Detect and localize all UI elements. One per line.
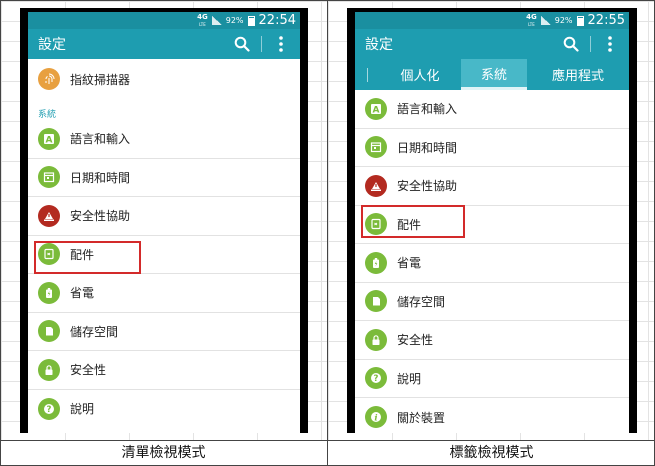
search-icon[interactable] (231, 33, 253, 55)
page-title: 設定 (365, 37, 393, 53)
settings-item-fingerprint[interactable]: 指紋掃描器 (28, 59, 300, 99)
status-bar: 4G LTE 92% 22:54 (28, 12, 300, 29)
clock: 22:55 (587, 13, 625, 28)
network-indicator: 4G LTE (197, 12, 208, 27)
settings-item-language[interactable]: A 語言和輸入 (28, 120, 300, 159)
caption-tab-view: 標籤檢視模式 (449, 445, 534, 461)
storage-icon (38, 320, 60, 343)
appbar-separator (261, 36, 262, 52)
highlight-box-accessories (361, 205, 465, 238)
settings-list: A 語言和輸入 日期和時間 安全性協助 配件 省電 儲存空間 (28, 120, 300, 428)
help-icon: ? (38, 397, 60, 420)
tab-scroll-edge[interactable] (355, 59, 379, 90)
tab-applications[interactable]: 應用程式 (527, 59, 629, 90)
screen-list-view: 4G LTE 92% 22:54 設定 指紋掃描器 系統 A 語言和輸入 日期和… (28, 12, 300, 433)
battery-saver-icon (365, 251, 387, 274)
battery-percent: 92% (554, 16, 573, 25)
storage-icon (365, 290, 387, 313)
language-icon: A (38, 127, 60, 150)
tab-personalization[interactable]: 個人化 (379, 59, 461, 90)
battery-icon (247, 15, 255, 26)
settings-item-safety-assistance[interactable]: 安全性協助 (355, 167, 629, 206)
app-bar: 設定 (355, 29, 629, 59)
calendar-icon (365, 136, 387, 159)
caption-list-view: 清單檢視模式 (121, 445, 206, 461)
svg-text:A: A (46, 135, 53, 145)
settings-list: A 語言和輸入 日期和時間 安全性協助 配件 省電 儲存空間 (355, 90, 629, 433)
settings-item-safety-assistance[interactable]: 安全性協助 (28, 197, 300, 236)
signal-icon (211, 16, 222, 25)
settings-item-power-saving[interactable]: 省電 (355, 244, 629, 283)
panel-divider (327, 0, 328, 466)
appbar-separator (590, 36, 591, 52)
settings-item-security[interactable]: 安全性 (28, 351, 300, 390)
more-options-icon[interactable] (599, 33, 621, 55)
search-icon[interactable] (560, 33, 582, 55)
info-icon: i (365, 406, 387, 429)
battery-saver-icon (38, 281, 60, 304)
settings-item-label: 指紋掃描器 (70, 72, 131, 87)
fingerprint-icon (38, 68, 60, 90)
settings-item-datetime[interactable]: 日期和時間 (355, 129, 629, 167)
tab-bar: 個人化 系統 應用程式 (355, 59, 629, 90)
highlight-box-accessories (34, 241, 141, 274)
status-bar: 4G LTE 92% 22:55 (355, 12, 629, 29)
page-title: 設定 (38, 37, 66, 53)
settings-item-datetime[interactable]: 日期和時間 (28, 159, 300, 197)
help-icon: ? (365, 367, 387, 390)
phone-list-view: 4G LTE 92% 22:54 設定 指紋掃描器 系統 A 語言和輸入 日期和… (20, 8, 308, 433)
settings-item-help[interactable]: ? 說明 (28, 390, 300, 429)
lock-icon (38, 358, 60, 381)
clock: 22:54 (258, 13, 296, 28)
settings-item-language[interactable]: A 語言和輸入 (355, 90, 629, 129)
tab-system[interactable]: 系統 (461, 59, 527, 90)
more-options-icon[interactable] (270, 33, 292, 55)
svg-text:?: ? (374, 374, 379, 384)
alert-icon (38, 204, 60, 227)
svg-text:?: ? (47, 405, 52, 415)
settings-item-storage[interactable]: 儲存空間 (28, 313, 300, 351)
calendar-icon (38, 166, 60, 189)
battery-percent: 92% (225, 16, 244, 25)
settings-item-about-device[interactable]: i 關於裝置 (355, 398, 629, 433)
svg-text:A: A (373, 105, 380, 115)
settings-item-help[interactable]: ? 說明 (355, 360, 629, 398)
lock-icon (365, 328, 387, 351)
signal-icon (540, 16, 551, 25)
settings-item-storage[interactable]: 儲存空間 (355, 283, 629, 321)
network-indicator: 4G LTE (526, 12, 537, 27)
alert-icon (365, 174, 387, 197)
settings-item-power-saving[interactable]: 省電 (28, 274, 300, 313)
svg-text:i: i (374, 414, 377, 424)
battery-icon (576, 15, 584, 26)
language-icon: A (365, 97, 387, 120)
app-bar: 設定 (28, 29, 300, 59)
settings-item-security[interactable]: 安全性 (355, 321, 629, 360)
section-header-system: 系統 (38, 110, 57, 120)
